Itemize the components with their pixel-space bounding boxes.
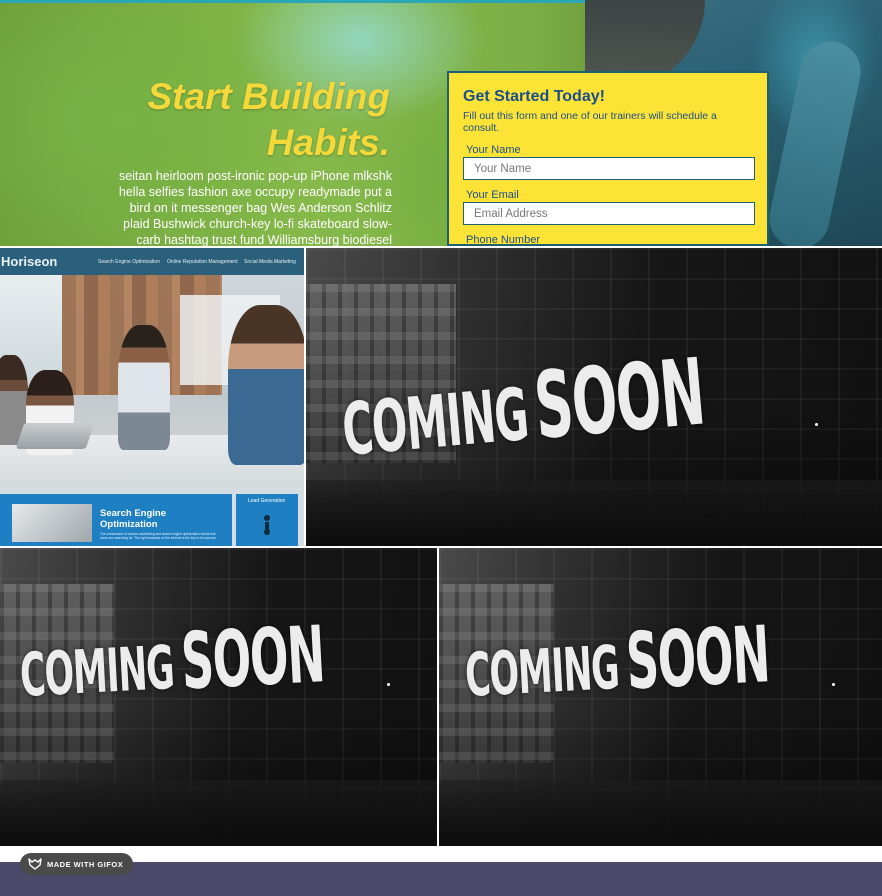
light-dot xyxy=(815,423,818,426)
seo-card-title: Search Engine Optimization xyxy=(100,508,166,530)
lead-generation-title: Lead Generation xyxy=(248,498,286,504)
coming-word: COMING xyxy=(18,632,176,711)
horiseon-logo[interactable]: Horiseon xyxy=(1,254,57,269)
gifox-logo-icon xyxy=(28,858,42,870)
hero-person-arm xyxy=(763,36,867,246)
name-label: Your Name xyxy=(466,144,521,156)
made-with-gifox-badge[interactable]: MADE WITH GIFOX xyxy=(20,853,134,875)
gifox-badge-label: MADE WITH GIFOX xyxy=(47,859,124,869)
hero-title: Start Building Habits. xyxy=(147,74,390,166)
soon-word: SOON xyxy=(530,338,709,460)
lead-generation-icon xyxy=(264,515,270,535)
soon-word: SOON xyxy=(623,610,772,708)
photo-person-3 xyxy=(118,325,170,450)
coming-word: COMING xyxy=(338,371,531,472)
horiseon-hero-photo xyxy=(0,275,304,487)
seo-card-text: The cornerstone of modern advertising an… xyxy=(100,532,217,540)
horiseon-header: Horiseon Search Engine Optimization Onli… xyxy=(0,248,304,275)
coming-soon-panel-3: COMINGSOON xyxy=(439,548,882,846)
street-shadow xyxy=(306,480,882,546)
soon-word: SOON xyxy=(178,610,327,708)
lead-generation-card: Lead Generation xyxy=(236,494,298,546)
email-input[interactable] xyxy=(463,202,755,225)
get-started-form: Get Started Today! Fill out this form an… xyxy=(447,71,769,246)
street-shadow xyxy=(439,780,882,846)
light-dot xyxy=(832,683,835,686)
light-dot xyxy=(387,683,390,686)
form-title: Get Started Today! xyxy=(463,88,605,105)
street-shadow xyxy=(0,780,437,846)
hero-title-line2: Habits. xyxy=(266,122,390,163)
email-label: Your Email xyxy=(466,189,519,201)
nav-link-social[interactable]: Social Media Marketing xyxy=(244,259,296,265)
coming-soon-panel-1: COMINGSOON xyxy=(306,248,882,546)
coming-soon-panel-2: COMINGSOON xyxy=(0,548,437,846)
seo-card-image xyxy=(12,504,92,542)
horiseon-preview: Horiseon Search Engine Optimization Onli… xyxy=(0,248,304,546)
coming-soon-text: COMINGSOON xyxy=(463,610,772,716)
name-input[interactable] xyxy=(463,157,755,180)
form-subtitle: Fill out this form and one of our traine… xyxy=(463,110,717,134)
hero-body-text: seitan heirloom post-ironic pop-up iPhon… xyxy=(118,169,392,246)
phone-label: Phone Number xyxy=(466,234,540,246)
photo-laptop xyxy=(15,423,95,449)
nav-link-seo[interactable]: Search Engine Optimization xyxy=(98,259,160,265)
coming-word: COMING xyxy=(463,632,621,711)
nav-link-reputation[interactable]: Online Reputation Management xyxy=(167,259,238,265)
hero-title-line1: Start Building xyxy=(147,76,390,117)
photo-person-4 xyxy=(228,305,304,465)
seo-card: Search Engine Optimization The cornersto… xyxy=(0,494,232,546)
coming-soon-text: COMINGSOON xyxy=(18,610,327,716)
